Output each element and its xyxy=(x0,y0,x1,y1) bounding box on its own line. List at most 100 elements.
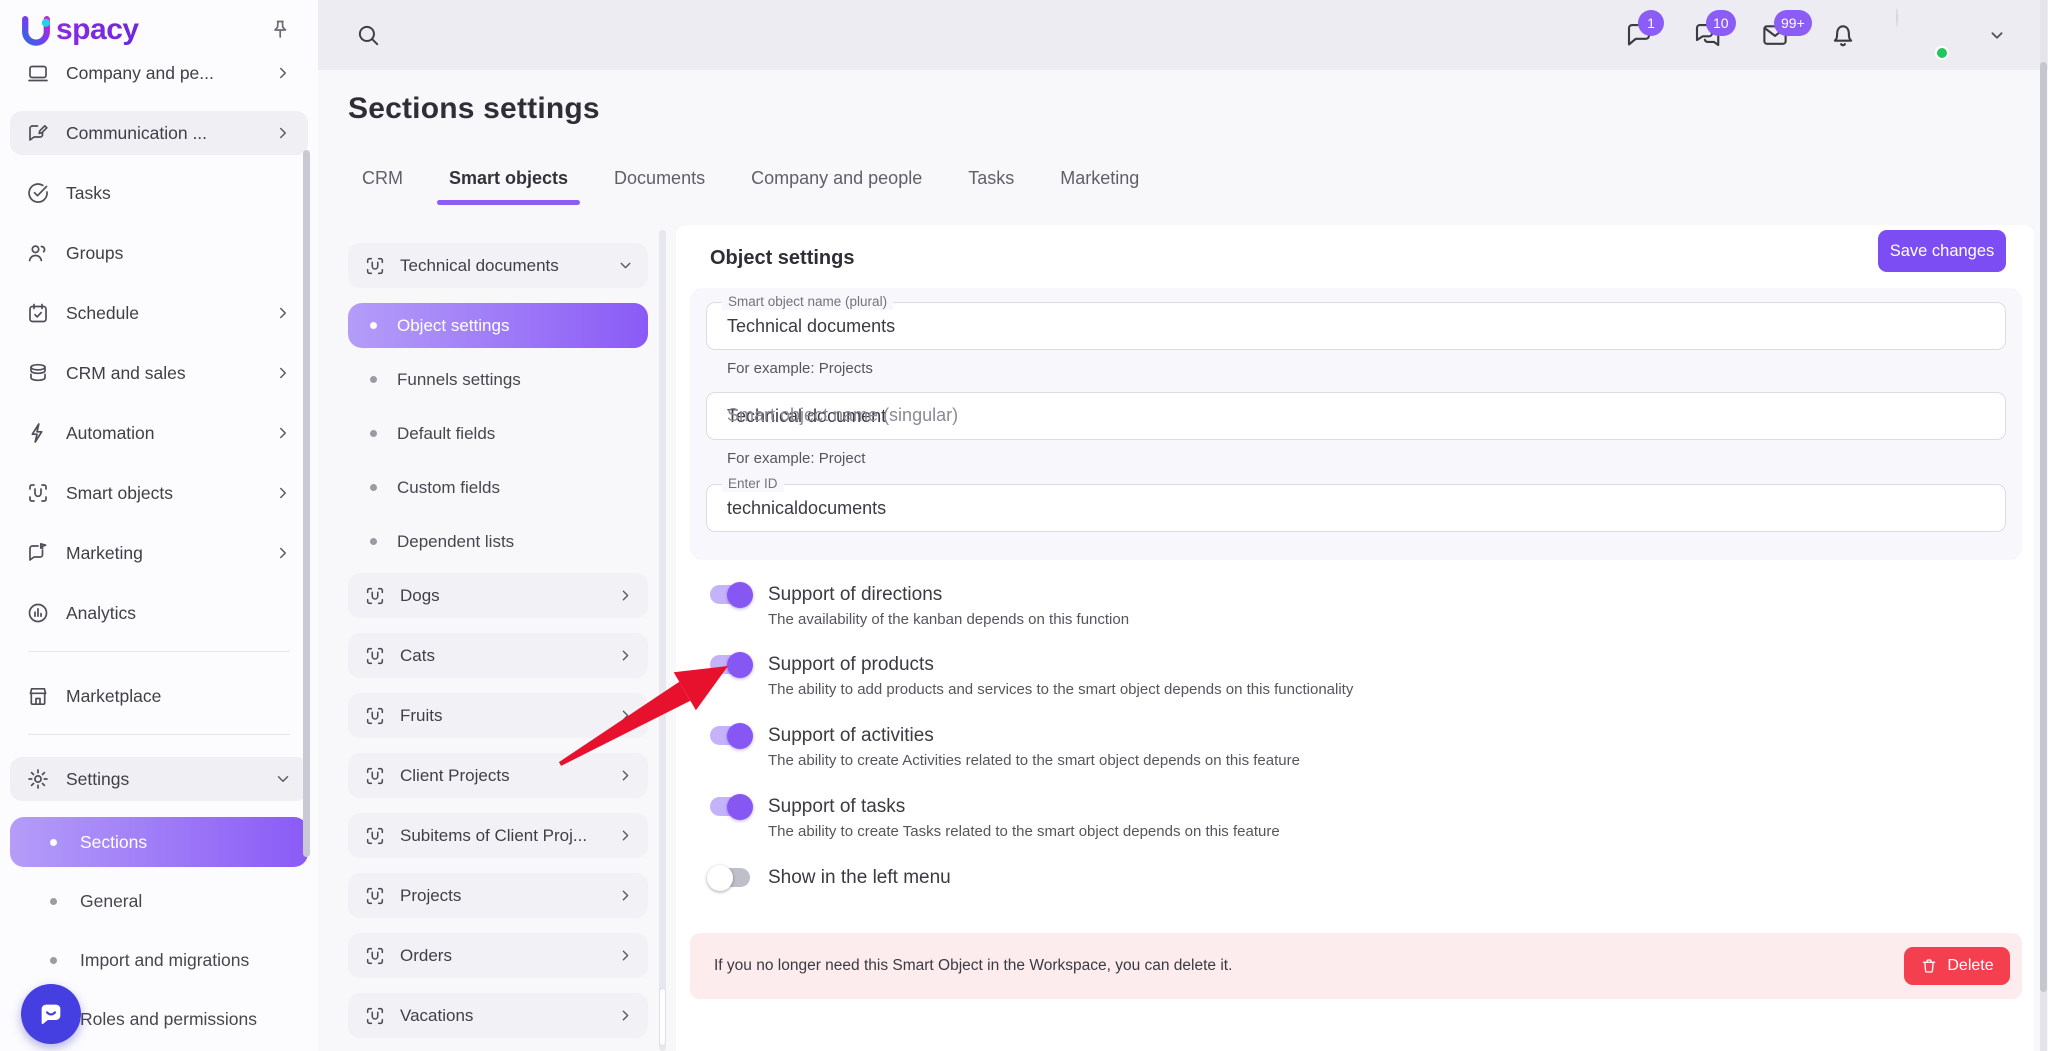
chat-smile-icon xyxy=(35,998,67,1030)
sidebar-item-automation[interactable]: Automation xyxy=(10,411,308,455)
chevron-down-icon xyxy=(274,770,292,788)
toggle-description: The ability to create Activities related… xyxy=(768,752,1300,769)
sidebar-scrollbar[interactable] xyxy=(303,150,310,857)
sidebar-item-smart-objects[interactable]: Smart objects xyxy=(10,471,308,515)
tab-crm[interactable]: CRM xyxy=(362,168,403,205)
support-chat-button[interactable] xyxy=(21,984,81,1044)
analytics-icon xyxy=(26,601,50,625)
bullet-dot xyxy=(370,322,377,329)
toggle-title: Show in the left menu xyxy=(768,866,951,890)
object-list-scrollbar[interactable] xyxy=(659,230,666,1051)
tab-tasks[interactable]: Tasks xyxy=(968,168,1014,205)
smart-objects-icon xyxy=(26,481,50,505)
panel-title: Object settings xyxy=(710,247,854,270)
team-chat-icon[interactable]: 10 xyxy=(1692,20,1722,50)
chat-icon[interactable]: 1 xyxy=(1624,20,1654,50)
plural-name-input[interactable] xyxy=(706,302,2006,350)
object-row-subitems-of-client-projects[interactable]: Subitems of Client Proj... xyxy=(348,813,648,858)
uspacy-logo-icon xyxy=(18,12,54,48)
profile-chevron-down-icon[interactable] xyxy=(1986,24,2008,46)
smart-object-icon xyxy=(364,645,386,667)
save-changes-button[interactable]: Save changes xyxy=(1878,230,2006,272)
support-of-activities-toggle[interactable] xyxy=(710,726,750,745)
pin-sidebar-icon[interactable] xyxy=(268,18,292,42)
support-of-tasks-toggle[interactable] xyxy=(710,797,750,816)
sidebar-item-settings[interactable]: Settings xyxy=(10,757,308,801)
sidebar-item-import-and-migrations[interactable]: Import and migrations xyxy=(10,935,308,985)
sidebar-item-general[interactable]: General xyxy=(10,876,308,926)
mail-badge: 99+ xyxy=(1774,10,1812,36)
id-input[interactable] xyxy=(706,484,2006,532)
smart-object-icon xyxy=(364,705,386,727)
section-tabs: CRM Smart objects Documents Company and … xyxy=(348,168,1139,205)
delete-button[interactable]: Delete xyxy=(1904,947,2010,985)
chevron-right-icon xyxy=(617,647,634,664)
subpage-custom-fields[interactable]: Custom fields xyxy=(348,465,648,510)
sidebar-item-company-and-people[interactable]: Company and pe... xyxy=(10,51,308,95)
sidebar-item-marketplace[interactable]: Marketplace xyxy=(10,674,308,718)
user-avatar[interactable] xyxy=(1896,9,1948,61)
sidebar-subitem-label: Roles and permissions xyxy=(80,1009,257,1030)
sidebar-item-label: Automation xyxy=(66,423,274,444)
field-label: Smart object name (plural) xyxy=(722,294,893,310)
smart-object-icon xyxy=(364,885,386,907)
field-id: Enter ID xyxy=(706,484,2006,532)
object-row-label: Orders xyxy=(400,946,617,966)
sidebar-item-schedule[interactable]: Schedule xyxy=(10,291,308,335)
toggle-description: The availability of the kanban depends o… xyxy=(768,611,1129,628)
subpage-funnels-settings[interactable]: Funnels settings xyxy=(348,357,648,402)
page-scrollbar[interactable] xyxy=(2040,0,2047,1051)
toggle-knob xyxy=(727,723,753,749)
tab-company-and-people[interactable]: Company and people xyxy=(751,168,922,205)
toggle-title: Support of products xyxy=(768,653,1353,677)
tab-marketing[interactable]: Marketing xyxy=(1060,168,1139,205)
object-row-label: Subitems of Client Proj... xyxy=(400,826,617,846)
sidebar-item-label: Settings xyxy=(66,769,274,790)
delete-notice-bar: If you no longer need this Smart Object … xyxy=(690,933,2022,999)
support-of-products-toggle[interactable] xyxy=(710,655,750,674)
sidebar-item-sections[interactable]: Sections xyxy=(10,817,308,867)
tab-smart-objects[interactable]: Smart objects xyxy=(449,168,568,205)
object-settings-panel: Object settings Save changes Smart objec… xyxy=(676,225,2034,1051)
subpage-object-settings[interactable]: Object settings xyxy=(348,303,648,348)
bullet-dot xyxy=(370,430,377,437)
show-in-left-menu-toggle[interactable] xyxy=(710,868,750,887)
smart-object-icon xyxy=(364,825,386,847)
notifications-bell-icon[interactable] xyxy=(1828,20,1858,50)
object-row-vacations[interactable]: Vacations xyxy=(348,993,648,1038)
object-row-fruits[interactable]: Fruits xyxy=(348,693,648,738)
sidebar-subitem-label: Sections xyxy=(80,832,147,853)
mail-icon[interactable]: 99+ xyxy=(1760,20,1790,50)
sidebar-item-marketing[interactable]: Marketing xyxy=(10,531,308,575)
toggle-description: The ability to create Tasks related to t… xyxy=(768,823,1280,840)
scrollbar-thumb[interactable] xyxy=(2040,62,2047,992)
uspacy-logo[interactable]: spacy xyxy=(18,12,139,48)
tab-documents[interactable]: Documents xyxy=(614,168,705,205)
support-of-directions-toggle[interactable] xyxy=(710,585,750,604)
object-row-orders[interactable]: Orders xyxy=(348,933,648,978)
object-row-dogs[interactable]: Dogs xyxy=(348,573,648,618)
subpage-default-fields[interactable]: Default fields xyxy=(348,411,648,456)
subpage-dependent-lists[interactable]: Dependent lists xyxy=(348,519,648,564)
search-icon[interactable] xyxy=(355,22,381,48)
sidebar-item-analytics[interactable]: Analytics xyxy=(10,591,308,635)
singular-name-input[interactable] xyxy=(706,392,2006,440)
sidebar-item-groups[interactable]: Groups xyxy=(10,231,308,275)
chevron-right-icon xyxy=(617,1007,634,1024)
object-row-cats[interactable]: Cats xyxy=(348,633,648,678)
object-row-projects[interactable]: Projects xyxy=(348,873,648,918)
object-header-technical-documents[interactable]: Technical documents xyxy=(348,243,648,288)
chevron-right-icon xyxy=(274,544,292,562)
chat-badge: 1 xyxy=(1638,10,1664,36)
sidebar-item-label: Smart objects xyxy=(66,483,274,504)
sidebar-item-communication[interactable]: Communication ... xyxy=(10,111,308,155)
sidebar-subitem-label: General xyxy=(80,891,142,912)
page-title: Sections settings xyxy=(348,92,600,126)
object-row-client-projects[interactable]: Client Projects xyxy=(348,753,648,798)
sidebar-item-crm-and-sales[interactable]: CRM and sales xyxy=(10,351,308,395)
subpage-label: Funnels settings xyxy=(397,370,521,390)
scrollbar-thumb[interactable] xyxy=(659,988,666,1046)
object-row-label: Vacations xyxy=(400,1006,617,1026)
toggle-description: The ability to add products and services… xyxy=(768,681,1353,698)
sidebar-item-tasks[interactable]: Tasks xyxy=(10,171,308,215)
